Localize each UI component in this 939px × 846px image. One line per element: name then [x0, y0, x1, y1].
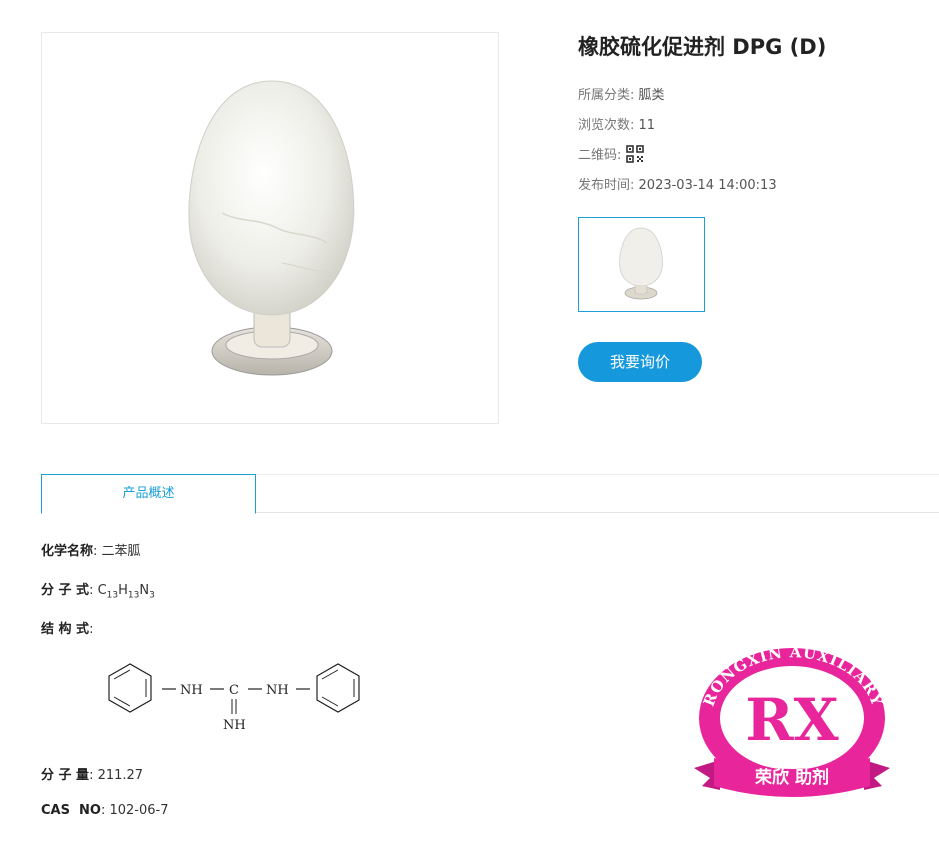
inquiry-button[interactable]: 我要询价	[578, 342, 702, 382]
date-value: 2023-03-14 14:00:13	[638, 178, 777, 193]
tab-bar-top-divider	[255, 474, 939, 475]
chem-name-value: : 二苯胍	[93, 544, 141, 559]
qr-code-icon[interactable]	[625, 144, 644, 163]
product-title: 橡胶硫化促进剂 DPG (D)	[578, 35, 827, 59]
structure-nh-right: NH	[266, 683, 289, 698]
structure-row: 结 构 式:	[41, 622, 94, 637]
cas-value: : 102-06-7	[100, 803, 169, 818]
cas-label: CAS NO	[41, 803, 101, 818]
svg-text:RX: RX	[745, 686, 838, 754]
mw-row: 分 子 量: 211.27	[41, 764, 143, 783]
formula-label: 分 子 式	[41, 583, 90, 598]
date-row: 发布时间: 2023-03-14 14:00:13	[578, 174, 777, 193]
formula-value: C13H13N3	[97, 583, 155, 601]
mw-label: 分 子 量	[41, 768, 90, 783]
chem-name-row: 化学名称: 二苯胍	[41, 540, 141, 559]
category-label: 所属分类:	[578, 88, 635, 103]
formula-row: 分 子 式: C13H13N3	[41, 583, 155, 601]
structural-formula: NH C NH NH	[100, 662, 370, 741]
product-thumbnail[interactable]	[578, 217, 705, 312]
cas-row: CAS NO: 102-06-7	[41, 803, 168, 818]
svg-text:荣欣 助剂: 荣欣 助剂	[754, 767, 829, 788]
next-row-partial	[41, 840, 101, 846]
views-label: 浏览次数:	[578, 118, 635, 133]
structure-nh-bottom: NH	[223, 718, 246, 733]
mw-value: : 211.27	[89, 768, 144, 783]
company-logo: RONGXIN AUXILIARY RX 荣欣 助剂	[690, 640, 895, 814]
main-product-image	[41, 32, 499, 424]
qr-row: 二维码:	[578, 144, 644, 165]
category-value[interactable]: 胍类	[639, 88, 665, 103]
structure-label: 结 构 式	[41, 622, 90, 637]
views-value: 11	[638, 118, 656, 133]
date-label: 发布时间:	[578, 178, 635, 193]
structure-nh-left: NH	[180, 683, 203, 698]
qr-label: 二维码:	[578, 148, 622, 163]
views-row: 浏览次数: 11	[578, 114, 655, 133]
tab-product-overview[interactable]: 产品概述	[41, 474, 256, 514]
chem-name-label: 化学名称	[41, 544, 94, 559]
structure-carbon: C	[229, 683, 239, 698]
category-row: 所属分类: 胍类	[578, 84, 665, 103]
